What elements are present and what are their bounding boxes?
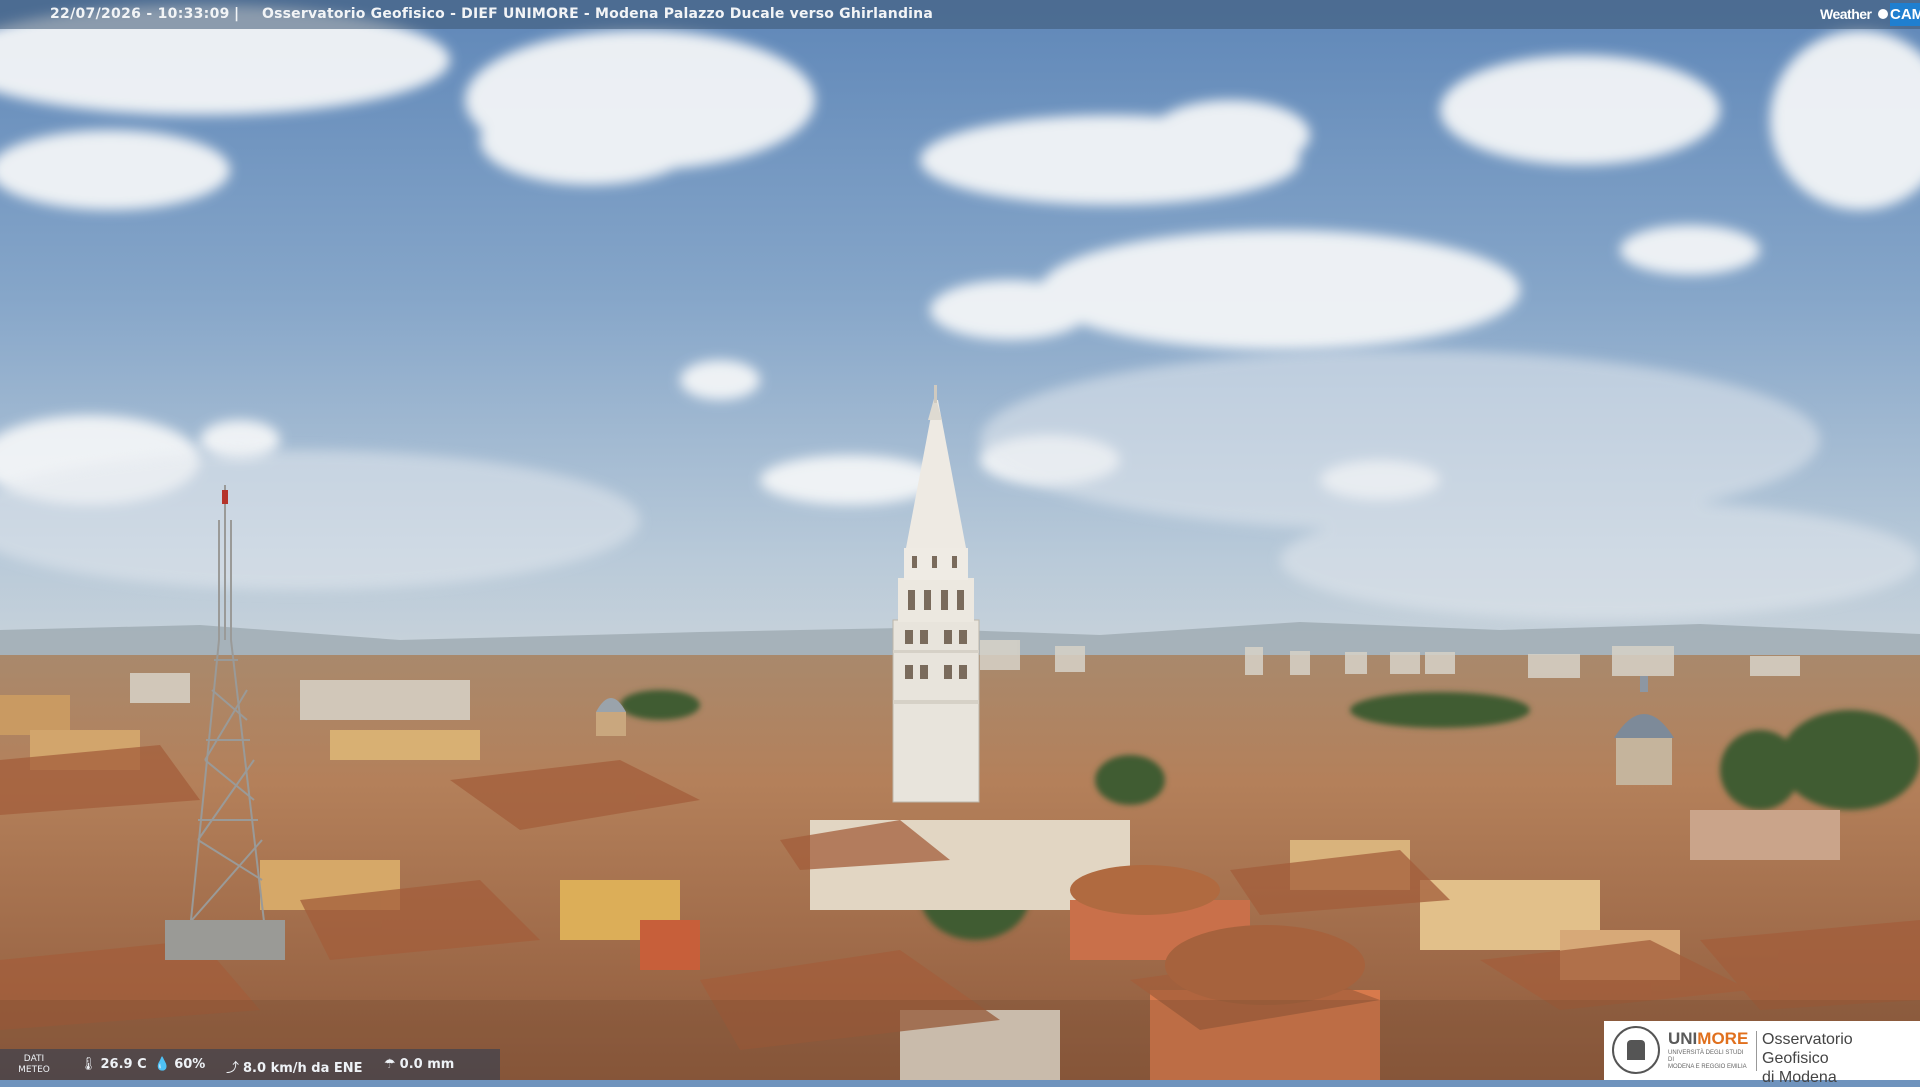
humidity-value: 60% [174, 1057, 206, 1072]
left-rotunda [1070, 865, 1220, 915]
logo-divider [1756, 1031, 1757, 1071]
weather-label-line1: DATI [23, 1054, 45, 1064]
webcam-panorama [0, 0, 1920, 1080]
rotunda-roof [1165, 925, 1365, 1005]
rain-icon: ☂ [384, 1057, 396, 1072]
temperature-reading: 🌡 26.9 C [80, 1057, 147, 1072]
weather-data-bar: DATI METEO 🌡 26.9 C 💧 60% ⤴ 8.0 km/h da ENE… [0, 1049, 500, 1080]
unimore-logo: UNIMORE UNIVERSITÀ DEGLI STUDI DI MODENA… [1604, 1021, 1920, 1086]
weather-label: DATI METEO [14, 1054, 54, 1076]
weather-label-line2: METEO [18, 1065, 50, 1075]
unimore-subtitle: UNIVERSITÀ DEGLI STUDI DI MODENA E REGGI… [1668, 1050, 1748, 1071]
unimore-subtitle-line2: MODENA E REGGIO EMILIA [1668, 1064, 1747, 1070]
camera-caption: Osservatorio Geofisico - DIEF UNIMORE - … [262, 6, 933, 22]
thermometer-icon: 🌡 [80, 1057, 97, 1072]
humidity-reading: 💧 60% [154, 1057, 205, 1072]
wind-value: 8.0 km/h da ENE [243, 1061, 363, 1076]
caption-separator: | [234, 6, 240, 22]
unimore-name-highlight: MORE [1697, 1029, 1749, 1048]
observatory-name-line2: di Modena [1762, 1069, 1837, 1086]
brand-cam-text: CAM [1890, 3, 1920, 26]
caption-bar: 22/07/2026 - 10:33:09 | Osservatorio Geo… [0, 0, 1920, 29]
wind-icon: ⤴ [226, 1061, 240, 1076]
observatory-name-line1: Osservatorio Geofisico [1762, 1031, 1853, 1067]
unimore-name: UNIMORE [1668, 1029, 1748, 1049]
timestamp: 22/07/2026 - 10:33:09 [50, 6, 230, 22]
observatory-name: Osservatorio Geofisico di Modena [1762, 1030, 1920, 1087]
university-seal-icon [1612, 1026, 1660, 1074]
brand-dot-icon [1878, 9, 1888, 19]
wind-reading: ⤴ 8.0 km/h da ENE [226, 1057, 363, 1076]
humidity-drop-icon: 💧 [154, 1057, 171, 1072]
weathercam-logo: Weather CAM [1810, 0, 1920, 29]
unimore-subtitle-line1: UNIVERSITÀ DEGLI STUDI DI [1668, 1050, 1744, 1063]
unimore-name-prefix: UNI [1668, 1029, 1698, 1048]
brand-weather-text: Weather [1820, 6, 1872, 22]
temperature-value: 26.9 C [100, 1057, 147, 1072]
rain-reading: ☂ 0.0 mm [384, 1057, 454, 1072]
rain-value: 0.0 mm [399, 1057, 455, 1072]
